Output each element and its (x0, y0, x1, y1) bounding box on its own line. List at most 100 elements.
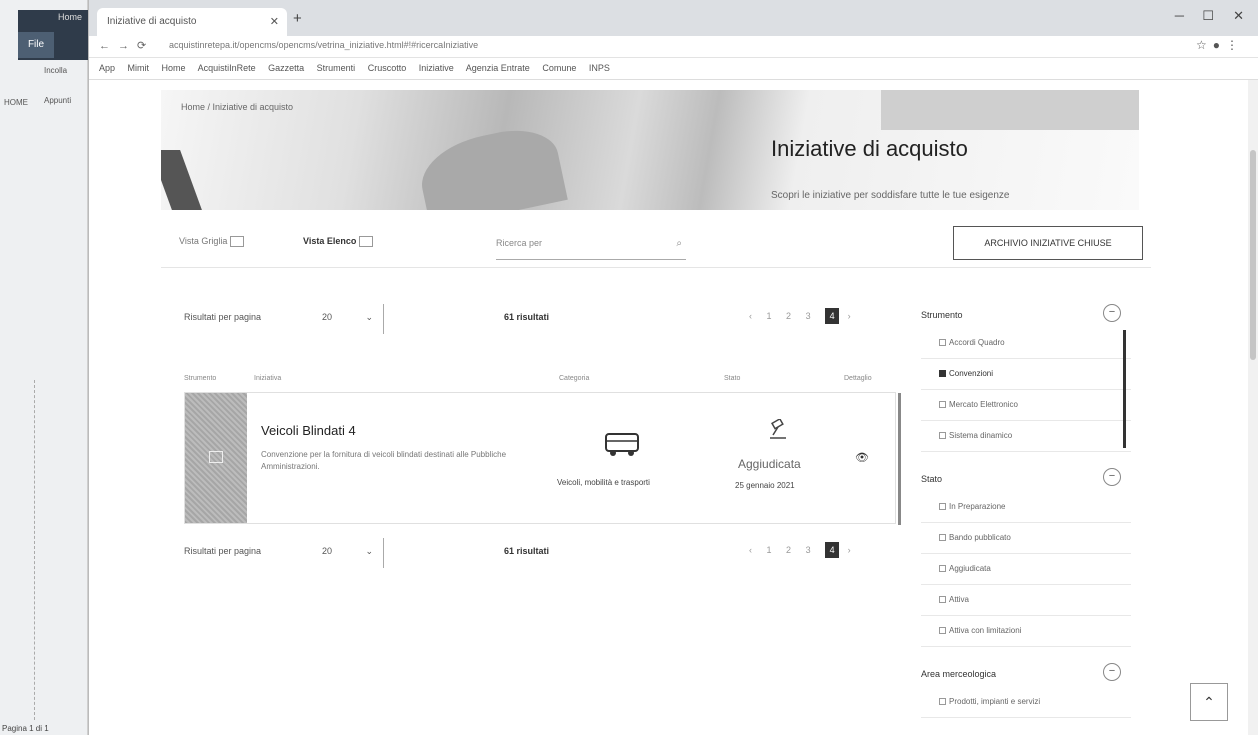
checkbox[interactable] (939, 432, 946, 440)
bookmark-item[interactable]: Comune (542, 63, 576, 73)
page-content: Iniziative di acquisto Scopri le iniziat… (89, 80, 1249, 735)
list-view-label: Vista Elenco (303, 236, 357, 246)
bookmark-item[interactable]: INPS (589, 63, 610, 73)
filter-option[interactable]: In Preparazione (921, 492, 1131, 523)
scrollbar-thumb[interactable] (1250, 150, 1256, 360)
page-link[interactable]: 1 (767, 311, 778, 321)
filter-option[interactable]: Convenzioni (921, 359, 1131, 390)
filter-option[interactable]: Attiva con limitazioni (921, 616, 1131, 647)
filter-option[interactable]: Attiva (921, 585, 1131, 616)
pagination[interactable]: ‹ 1 2 3 4 › (749, 308, 857, 324)
ruler (34, 380, 40, 720)
column-header[interactable]: Stato (724, 375, 740, 382)
results-per-page-label: Risultati per pagina (184, 312, 262, 322)
initiative-thumbnail (185, 393, 247, 523)
page-scrollbar[interactable] (1248, 80, 1258, 735)
home-label: HOME (4, 98, 28, 107)
collapse-icon[interactable]: − (1103, 468, 1121, 486)
page-link[interactable]: 2 (786, 545, 797, 555)
current-page[interactable]: 4 (825, 308, 840, 324)
checkbox-checked[interactable] (939, 370, 946, 378)
breadcrumb[interactable]: Home / Iniziative di acquisto (181, 102, 293, 112)
image-placeholder-icon (209, 451, 223, 463)
initiative-card[interactable]: Veicoli Blindati 4 Convenzione per la fo… (184, 392, 901, 525)
results-per-page-select[interactable]: 20 ⌄ (314, 304, 384, 334)
minimize-icon[interactable]: ─ (1175, 8, 1184, 23)
checkbox[interactable] (939, 698, 946, 706)
column-header[interactable]: Strumento (184, 375, 216, 382)
maximize-icon[interactable]: ☐ (1202, 8, 1214, 24)
filter-option[interactable]: Aggiudicata (921, 554, 1131, 585)
home-tab[interactable]: Home (58, 12, 82, 22)
checkbox[interactable] (939, 534, 946, 542)
bookmark-item[interactable]: Gazzetta (268, 63, 304, 73)
card-scrollbar[interactable] (898, 393, 901, 525)
filter-option[interactable]: Mercato Elettronico (921, 390, 1131, 421)
checkbox[interactable] (939, 565, 946, 573)
checkbox[interactable] (939, 401, 946, 409)
archive-closed-button[interactable]: ARCHIVIO INIZIATIVE CHIUSE (953, 226, 1143, 260)
list-view-toggle[interactable]: Vista Elenco (303, 236, 374, 248)
bookmark-item[interactable]: Iniziative (419, 63, 454, 73)
current-page[interactable]: 4 (825, 542, 840, 558)
bookmark-item[interactable]: Agenzia Entrate (466, 63, 530, 73)
filters-panel: Strumento − Accordi Quadro Convenzioni M… (921, 302, 1131, 735)
paste-label[interactable]: Incolla (44, 66, 67, 75)
bookmark-item[interactable]: AcquistiInRete (198, 63, 256, 73)
filter-scrollbar[interactable] (1123, 330, 1126, 448)
filter-option[interactable]: Accordi Quadro (921, 328, 1131, 359)
bookmark-item[interactable]: Home (162, 63, 186, 73)
bookmark-item[interactable]: App (99, 63, 115, 73)
search-icon[interactable]: ⌕ (676, 238, 682, 249)
filter-option[interactable]: Prodotti, impianti e servizi (921, 687, 1131, 718)
results-count: 61 risultati (504, 312, 550, 322)
search-placeholder: Ricerca per (496, 238, 543, 248)
page-title: Iniziative di acquisto (771, 136, 968, 161)
checkbox[interactable] (939, 339, 946, 347)
checkbox[interactable] (939, 503, 946, 511)
filter-group-strumento[interactable]: Strumento − (921, 302, 1131, 328)
page-link[interactable]: 3 (806, 545, 817, 555)
new-tab-icon[interactable]: + (293, 10, 302, 27)
address-bar: ←→⟳ acquistinretepa.it/opencms/opencms/v… (89, 36, 1258, 58)
collapse-icon[interactable]: − (1103, 304, 1121, 322)
file-tab[interactable]: File (18, 32, 54, 58)
filter-option[interactable]: Sistema dinamico (921, 421, 1131, 452)
browser-actions[interactable]: ☆●⋮ (1196, 38, 1244, 52)
filter-group-stato[interactable]: Stato − (921, 466, 1131, 492)
url-field[interactable]: acquistinretepa.it/opencms/opencms/vetri… (169, 40, 1089, 55)
view-detail-icon[interactable]: 👁 (855, 451, 869, 464)
results-per-page-label: Risultati per pagina (184, 546, 262, 556)
results-per-page-select[interactable]: 20 ⌄ (314, 538, 384, 568)
initiative-title[interactable]: Veicoli Blindati 4 (261, 423, 356, 438)
bookmark-item[interactable]: Mimit (128, 63, 150, 73)
pagination[interactable]: ‹ 1 2 3 4 › (749, 542, 857, 558)
hero-banner: Iniziative di acquisto Scopri le iniziat… (161, 90, 1139, 210)
back-to-top-button[interactable]: ⌃ (1190, 683, 1228, 721)
checkbox[interactable] (939, 596, 946, 604)
results-per-page-value: 20 (322, 546, 333, 556)
title-bar: Iniziative di acquisto ✕ + ─ ☐ ✕ (89, 0, 1258, 36)
filter-option[interactable]: Bando pubblicato (921, 523, 1131, 554)
close-tab-icon[interactable]: ✕ (270, 15, 279, 28)
nav-buttons[interactable]: ←→⟳ (99, 39, 154, 52)
browser-tab[interactable]: Iniziative di acquisto ✕ (97, 8, 287, 36)
filter-group-area[interactable]: Area merceologica − (921, 661, 1131, 687)
page-link[interactable]: 3 (806, 311, 817, 321)
search-input[interactable]: Ricerca per ⌕ (496, 226, 686, 260)
page-link[interactable]: 2 (786, 311, 797, 321)
collapse-icon[interactable]: − (1103, 663, 1121, 681)
column-header[interactable]: Iniziativa (254, 375, 281, 382)
results-count: 61 risultati (504, 546, 550, 556)
page-link[interactable]: 1 (767, 545, 778, 555)
column-header[interactable]: Categoria (559, 375, 589, 382)
bookmark-item[interactable]: Cruscotto (368, 63, 407, 73)
chevron-down-icon: ⌄ (365, 546, 373, 556)
checkbox[interactable] (939, 627, 946, 635)
left-app-window: File Home Incolla Appunti HOME Pagina 1 … (0, 0, 88, 735)
list-icon (359, 236, 374, 248)
close-window-icon[interactable]: ✕ (1233, 8, 1244, 24)
grid-view-toggle[interactable]: Vista Griglia (179, 236, 245, 248)
bookmark-item[interactable]: Strumenti (317, 63, 356, 73)
initiative-state: Aggiudicata (738, 457, 801, 471)
